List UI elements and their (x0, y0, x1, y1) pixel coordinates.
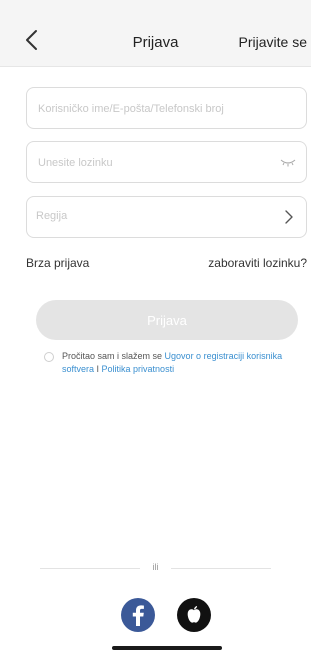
top-navigation-bar: Prijava Prijavite se (0, 0, 311, 67)
login-button[interactable]: Prijava (36, 300, 298, 340)
eye-closed-icon[interactable] (280, 155, 296, 169)
register-link[interactable]: Prijavite se (239, 34, 307, 50)
divider-line-right (171, 568, 271, 569)
apple-icon[interactable] (177, 598, 211, 632)
username-input[interactable] (36, 88, 275, 130)
forgot-password-link[interactable]: zaboraviti lozinku? (208, 256, 307, 270)
chevron-right-icon (285, 210, 293, 224)
password-field[interactable] (26, 141, 307, 184)
region-selector[interactable]: Regija (26, 196, 307, 238)
divider-text: ili (152, 562, 159, 572)
privacy-policy-link[interactable]: Politika privatnosti (102, 364, 175, 374)
agreement-prefix: Pročitao sam i slažem se (62, 351, 165, 361)
username-field[interactable] (26, 87, 307, 130)
password-input[interactable] (36, 142, 275, 184)
facebook-icon[interactable] (121, 598, 155, 632)
agreement-checkbox[interactable] (44, 352, 54, 362)
region-label: Regija (36, 210, 68, 222)
quick-login-link[interactable]: Brza prijava (26, 256, 89, 270)
agreement-text: Pročitao sam i slažem se Ugovor o regist… (44, 350, 296, 376)
home-indicator (112, 646, 222, 650)
agreement-row: Pročitao sam i slažem se Ugovor o regist… (44, 350, 296, 376)
agreement-separator: I (94, 364, 102, 374)
or-divider: ili (40, 562, 271, 574)
